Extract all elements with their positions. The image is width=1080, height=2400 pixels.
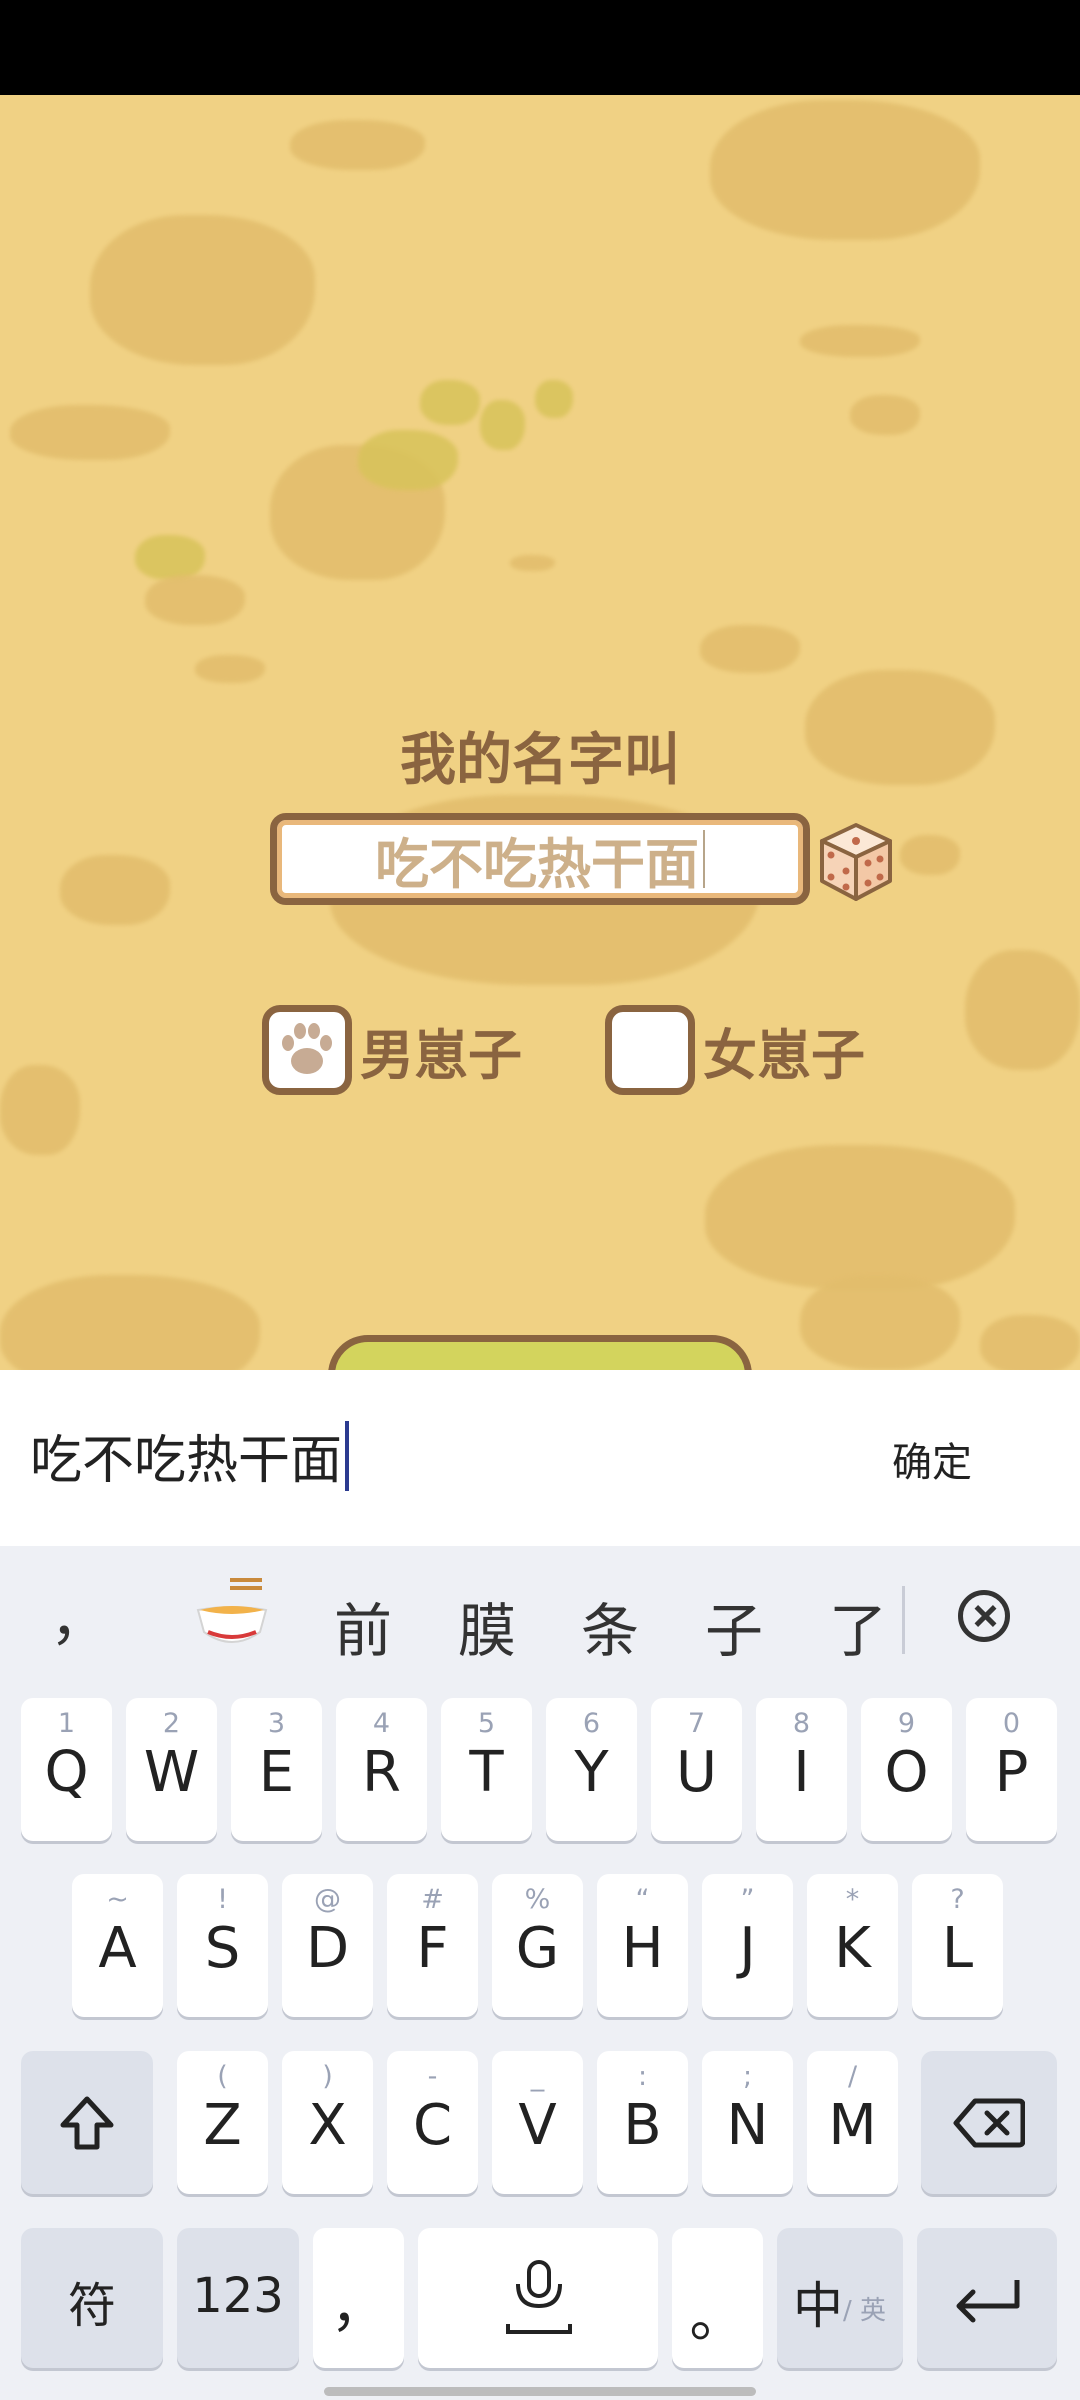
key-o[interactable]: 9O: [861, 1698, 952, 1841]
key-c[interactable]: -C: [387, 2051, 478, 2194]
key-t[interactable]: 5T: [441, 1698, 532, 1841]
home-indicator[interactable]: [324, 2387, 756, 2396]
ime-input-text: 吃不吃热干面: [30, 1431, 343, 1491]
shift-key[interactable]: [21, 2051, 153, 2194]
clear-candidates-icon[interactable]: [958, 1590, 1010, 1642]
ime-input-field[interactable]: 吃不吃热干面: [30, 1418, 350, 1493]
key-e[interactable]: 3E: [231, 1698, 322, 1841]
key-r[interactable]: 4R: [336, 1698, 427, 1841]
noodle-bowl-emoji-icon[interactable]: [192, 1576, 272, 1656]
name-field[interactable]: 吃不吃热干面: [270, 813, 810, 905]
female-label: 女崽子: [703, 1023, 865, 1087]
paw-icon: [282, 1023, 332, 1074]
symbols-key[interactable]: 符: [21, 2228, 163, 2368]
period-key[interactable]: 。: [672, 2228, 763, 2368]
key-q[interactable]: 1Q: [21, 1698, 112, 1841]
confirm-button[interactable]: 确定: [892, 1430, 972, 1488]
comma-key[interactable]: ，: [313, 2228, 404, 2368]
key-j[interactable]: ” J: [702, 1874, 793, 2017]
key-x[interactable]: ) X: [282, 2051, 373, 2194]
shift-icon: [60, 2096, 114, 2150]
key-w[interactable]: 2W: [126, 1698, 217, 1841]
status-bar: [0, 0, 1080, 95]
candidate-item[interactable]: 条: [581, 1584, 639, 1668]
enter-icon: [956, 2280, 1020, 2323]
candidate-divider: [902, 1586, 905, 1654]
key-s[interactable]: ! S: [177, 1874, 268, 2017]
candidate-item[interactable]: 膜: [458, 1584, 516, 1668]
backspace-icon: [953, 2098, 1025, 2148]
candidate-bar: ， 前 膜 条 子 了: [0, 1546, 1080, 1686]
key-p[interactable]: 0P: [966, 1698, 1057, 1841]
key-i[interactable]: 8I: [756, 1698, 847, 1841]
name-prompt-title: 我的名字叫: [400, 728, 680, 793]
candidate-item[interactable]: 前: [334, 1584, 392, 1668]
male-label: 男崽子: [360, 1023, 522, 1087]
key-g[interactable]: % G: [492, 1874, 583, 2017]
key-h[interactable]: “H: [597, 1874, 688, 2017]
candidate-item[interactable]: 子: [705, 1584, 763, 1668]
backspace-key[interactable]: [921, 2051, 1057, 2194]
language-switch-key[interactable]: 中 / 英: [777, 2228, 903, 2368]
enter-key[interactable]: [917, 2228, 1057, 2368]
text-cursor: [345, 1420, 350, 1491]
key-z[interactable]: (Z: [177, 2051, 268, 2194]
key-a[interactable]: ~ A: [72, 1874, 163, 2017]
text-cursor: [703, 830, 705, 888]
ime-input-bar: 吃不吃热干面 确定: [0, 1370, 1080, 1546]
key-m[interactable]: / M: [807, 2051, 898, 2194]
key-f[interactable]: # F: [387, 1874, 478, 2017]
key-k[interactable]: * K: [807, 1874, 898, 2017]
key-d[interactable]: @ D: [282, 1874, 373, 2017]
microphone-icon: [506, 2260, 572, 2334]
name-field-value: 吃不吃热干面: [375, 832, 699, 896]
key-b[interactable]: :B: [597, 2051, 688, 2194]
male-checkbox[interactable]: [262, 1005, 352, 1095]
key-u[interactable]: 7U: [651, 1698, 742, 1841]
dice-icon[interactable]: [818, 821, 894, 903]
confirm-game-button[interactable]: [328, 1335, 752, 1370]
candidate-item[interactable]: ，: [50, 1572, 108, 1656]
key-y[interactable]: 6Y: [546, 1698, 637, 1841]
keyboard: ， 前 膜 条 子 了 1Q 2W 3E 4R 5T 6Y 7U 8I 9O 0…: [0, 1546, 1080, 2400]
game-screen: 我的名字叫 吃不吃热干面 男崽子 女崽子: [0, 95, 1080, 1370]
key-n[interactable]: ; N: [702, 2051, 793, 2194]
female-checkbox[interactable]: [605, 1005, 695, 1095]
space-key[interactable]: [418, 2228, 658, 2368]
numbers-key[interactable]: 123: [177, 2228, 299, 2368]
candidate-item[interactable]: 了: [829, 1584, 887, 1668]
key-v[interactable]: _ V: [492, 2051, 583, 2194]
gender-option-female[interactable]: 女崽子: [605, 1005, 865, 1095]
gender-option-male[interactable]: 男崽子: [262, 1005, 522, 1095]
key-l[interactable]: ? L: [912, 1874, 1003, 2017]
